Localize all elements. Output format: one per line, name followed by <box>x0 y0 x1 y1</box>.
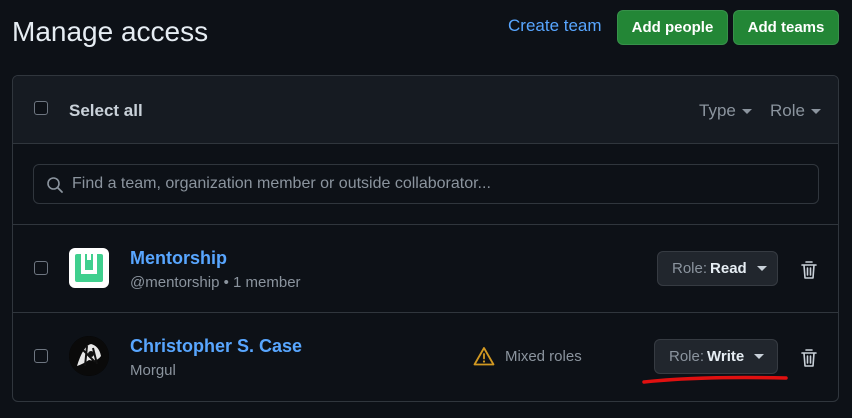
access-panel: Select all Type Role Find a team, organi… <box>12 75 839 402</box>
member-name-link[interactable]: Christopher S. Case <box>130 336 302 357</box>
row-checkbox[interactable] <box>34 261 48 275</box>
add-people-button[interactable]: Add people <box>617 10 728 45</box>
role-dropdown-button[interactable]: Role: Write <box>654 339 778 374</box>
row-checkbox[interactable] <box>34 349 48 363</box>
role-prefix: Role: <box>669 348 705 365</box>
chevron-down-icon <box>810 108 821 114</box>
role-filter-dropdown[interactable]: Role <box>770 101 821 121</box>
mixed-roles-label: Mixed roles <box>505 347 582 365</box>
member-subtitle: Morgul <box>130 362 176 379</box>
select-all-label: Select all <box>69 101 143 120</box>
add-teams-button[interactable]: Add teams <box>733 10 839 45</box>
warning-icon <box>473 347 495 366</box>
create-team-link[interactable]: Create team <box>508 16 602 36</box>
chevron-down-icon <box>741 108 752 114</box>
trash-icon[interactable] <box>800 348 818 368</box>
search-icon <box>47 177 63 193</box>
panel-header: Select all Type Role <box>13 76 838 144</box>
member-row: Mentorship @mentorship • 1 member Role: … <box>13 225 838 313</box>
role-prefix: Role: <box>672 260 708 277</box>
trash-icon[interactable] <box>800 260 818 280</box>
role-dropdown-button[interactable]: Role: Read <box>657 251 778 286</box>
member-name-link[interactable]: Mentorship <box>130 248 227 269</box>
role-value: Write <box>707 348 745 365</box>
user-avatar <box>69 336 109 376</box>
type-filter-dropdown[interactable]: Type <box>699 101 752 121</box>
search-input[interactable] <box>72 165 812 203</box>
red-annotation-underline <box>642 375 788 384</box>
mixed-roles-indicator: Mixed roles <box>473 346 582 366</box>
type-filter-label: Type <box>699 101 736 120</box>
search-section <box>13 144 838 225</box>
role-value: Read <box>710 260 747 277</box>
chevron-down-icon <box>754 354 765 359</box>
team-logo-icon <box>69 248 109 288</box>
select-all-checkbox[interactable] <box>34 101 48 115</box>
chevron-down-icon <box>756 266 767 271</box>
role-filter-label: Role <box>770 101 805 120</box>
page-title: Manage access <box>12 16 209 47</box>
member-subtitle: @mentorship • 1 member <box>130 274 301 291</box>
search-box[interactable] <box>33 164 819 204</box>
